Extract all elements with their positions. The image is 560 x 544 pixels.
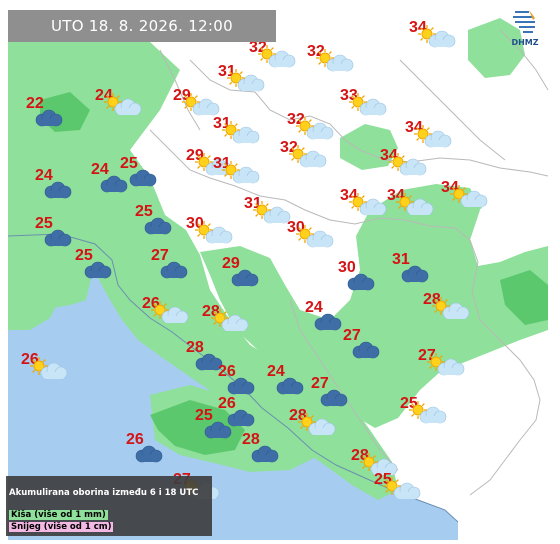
- legend-rain: Kiša (više od 1 mm): [9, 510, 108, 520]
- temperature-label: 26: [126, 431, 144, 448]
- temperature-label: 25: [35, 215, 53, 232]
- weather-map: 32 3234313324 292231 32 3429 3132 3424 24 2534 34…: [0, 0, 560, 544]
- temperature-label: 25: [120, 155, 138, 172]
- temperature-label: 25: [135, 203, 153, 220]
- temperature-label: 27: [311, 375, 329, 392]
- temperature-label: 28: [242, 431, 260, 448]
- temperature-label: 29: [222, 255, 240, 272]
- temperature-label: 27: [151, 247, 169, 264]
- temperature-label: 22: [26, 95, 44, 112]
- temperature-label: 28: [186, 339, 204, 356]
- legend-title: Akumulirana oborina između 6 i 18 UTC: [9, 488, 199, 498]
- logo-emblem-icon: [513, 10, 535, 33]
- temperature-label: 27: [343, 327, 361, 344]
- temperature-label: 24: [91, 161, 109, 178]
- temperature-label: 24: [35, 167, 53, 184]
- logo-text: DHMZ: [511, 38, 539, 47]
- forecast-datetime: UTO 18. 8. 2026. 12:00: [8, 10, 276, 42]
- temperature-label: 31: [392, 251, 410, 268]
- temperature-label: 30: [338, 259, 356, 276]
- temperature-label: 26: [218, 363, 236, 380]
- temperature-label: 26: [218, 395, 236, 412]
- legend-snow: Snijeg (više od 1 cm): [9, 522, 114, 532]
- temperature-label: 25: [75, 247, 93, 264]
- temperature-label: 24: [267, 363, 285, 380]
- temperature-label: 24: [305, 299, 323, 316]
- dhmz-logo: DHMZ: [505, 8, 545, 50]
- temperature-label: 25: [195, 407, 213, 424]
- precipitation-legend: Akumulirana oborina između 6 i 18 UTC Ki…: [6, 476, 212, 536]
